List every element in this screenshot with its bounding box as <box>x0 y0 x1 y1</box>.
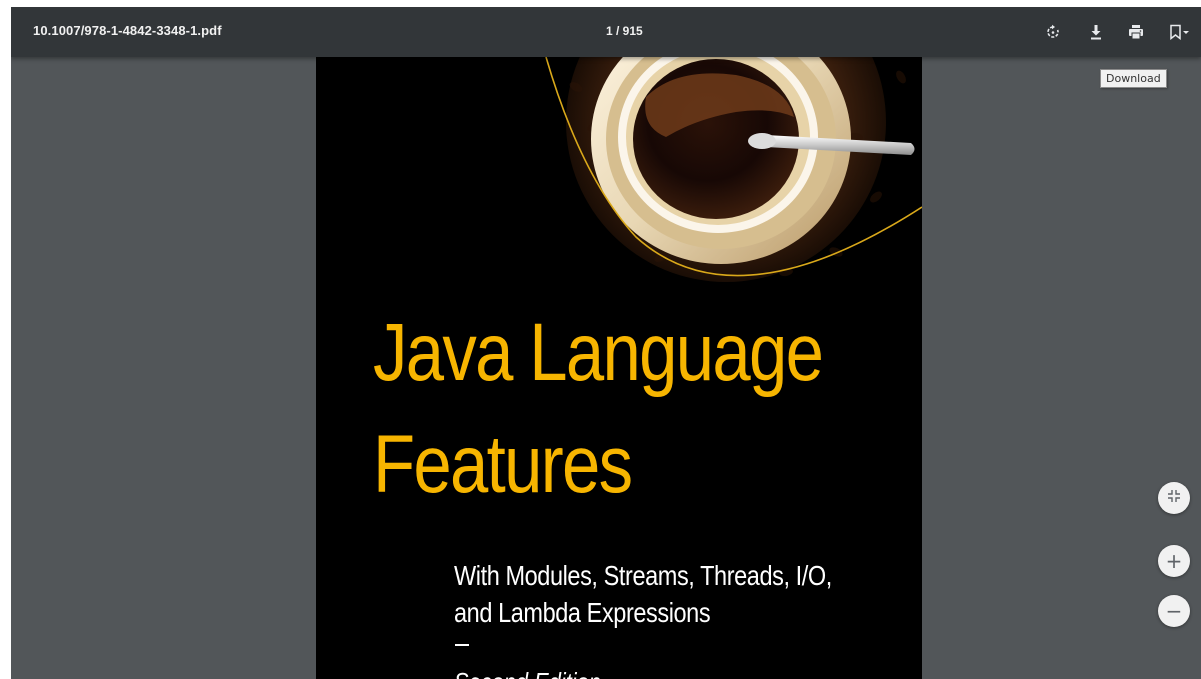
viewer-toolbar: 10.1007/978-1-4842-3348-1.pdf 1 / 915 <box>11 7 1201 57</box>
zoom-out-button[interactable]: − <box>1158 595 1190 627</box>
minus-icon: − <box>1165 599 1183 623</box>
download-tooltip: Download <box>1100 69 1167 88</box>
book-subtitle: With Modules, Streams, Threads, I/O, and… <box>454 557 832 631</box>
pdf-page: Java Language Features With Modules, Str… <box>316 57 922 679</box>
rotate-icon <box>1045 24 1061 40</box>
fit-to-page-icon <box>1167 489 1181 508</box>
book-subtitle-line-1: With Modules, Streams, Threads, I/O, <box>454 560 832 591</box>
zoom-in-button[interactable]: + <box>1158 545 1190 577</box>
pdf-viewer: 10.1007/978-1-4842-3348-1.pdf 1 / 915 Do… <box>11 7 1201 679</box>
download-icon <box>1089 24 1103 40</box>
print-button[interactable] <box>1123 19 1149 45</box>
download-button[interactable] <box>1083 19 1109 45</box>
edition-divider <box>455 644 469 646</box>
bookmark-icon <box>1168 24 1190 40</box>
rotate-button[interactable] <box>1040 19 1066 45</box>
book-edition: Second Edition <box>454 667 601 679</box>
book-title-line-2: Features <box>373 419 633 510</box>
book-title-line-1: Java Language <box>373 307 824 398</box>
plus-icon: + <box>1165 549 1183 573</box>
left-edge <box>0 0 11 679</box>
book-subtitle-line-2: and Lambda Expressions <box>454 597 711 628</box>
print-icon <box>1128 24 1144 40</box>
page-indicator: 1 / 915 <box>606 24 643 38</box>
fit-to-page-button[interactable] <box>1158 482 1190 514</box>
file-name: 10.1007/978-1-4842-3348-1.pdf <box>33 23 222 38</box>
bookmark-button[interactable] <box>1164 19 1194 45</box>
book-title: Java Language Features <box>373 297 824 521</box>
